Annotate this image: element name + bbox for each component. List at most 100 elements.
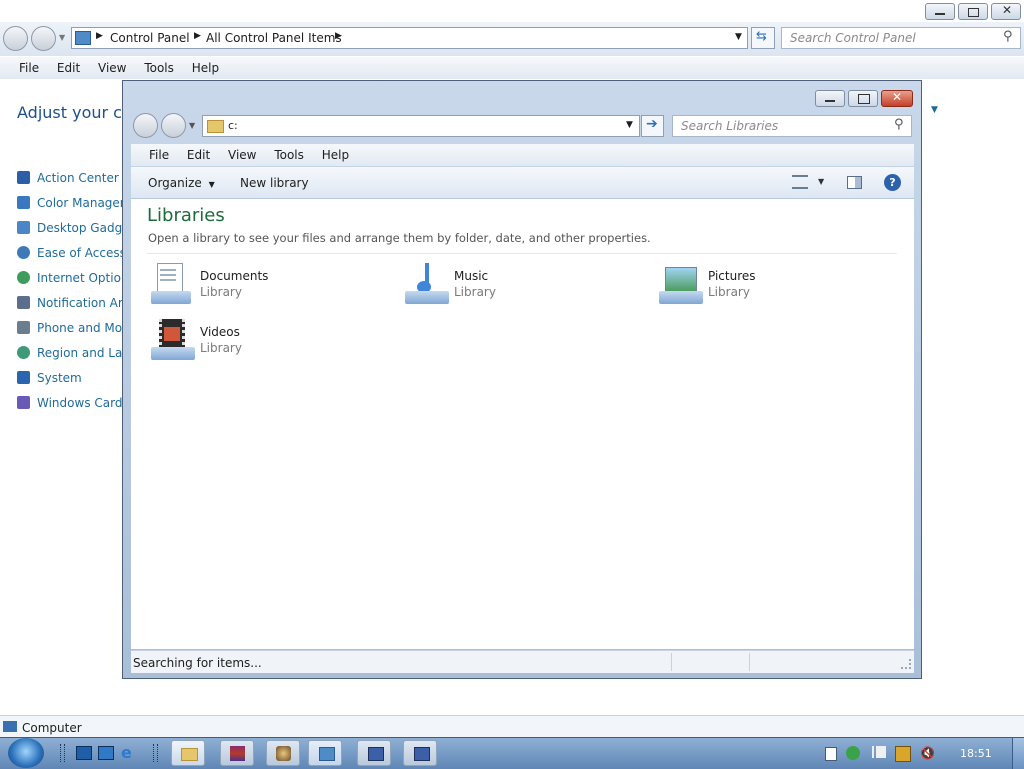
address-text: c: (228, 119, 238, 132)
menu-edit[interactable]: Edit (187, 148, 210, 162)
status-divider (671, 653, 672, 671)
status-divider (749, 653, 750, 671)
start-button[interactable] (8, 738, 44, 768)
forward-button[interactable] (31, 26, 56, 51)
menu-view[interactable]: View (228, 148, 256, 162)
gadget-icon (17, 221, 30, 234)
menu-tools[interactable]: Tools (144, 61, 174, 75)
status-bar: Searching for items... (131, 650, 914, 673)
minimize-button[interactable] (815, 90, 845, 107)
library-music[interactable]: Music Library (401, 261, 641, 309)
item-label: Notification Are (37, 296, 130, 310)
restore-button[interactable] (958, 3, 988, 20)
tray-document-icon[interactable] (825, 747, 837, 761)
menu-file[interactable]: File (149, 148, 169, 162)
address-bar[interactable]: ▶ Control Panel ▶ All Control Panel Item… (71, 27, 748, 49)
library-type: Library (454, 285, 496, 299)
taskbar-monitor-2[interactable] (403, 740, 437, 766)
new-library-button[interactable]: New library (240, 176, 309, 190)
library-pictures[interactable]: Pictures Library (655, 261, 895, 309)
taskbar-monitor-1[interactable] (357, 740, 391, 766)
address-bar[interactable]: c: ▼ (202, 115, 640, 137)
refresh-icon: ⇆ (756, 29, 767, 44)
back-button[interactable] (133, 113, 158, 138)
monitor-icon (414, 747, 430, 761)
monitor-icon (368, 747, 384, 761)
minimize-icon (825, 100, 835, 102)
library-type: Library (200, 285, 242, 299)
taskbar-explorer[interactable] (171, 740, 205, 766)
breadcrumb-control-panel[interactable]: Control Panel (110, 31, 190, 45)
ease-icon (17, 246, 30, 259)
help-icon[interactable]: ? (884, 174, 901, 191)
item-label: Color Managem (37, 196, 132, 210)
item-label: Action Center (37, 171, 119, 185)
tray-flag-icon[interactable] (872, 746, 886, 758)
system-icon (17, 371, 30, 384)
back-button[interactable] (3, 26, 28, 51)
tray-security-icon[interactable] (846, 746, 860, 760)
show-desktop-icon[interactable] (76, 746, 92, 760)
page-subtitle: Open a library to see your files and arr… (148, 231, 651, 245)
search-placeholder: Search Libraries (681, 119, 779, 133)
menu-view[interactable]: View (98, 61, 126, 75)
tray-volume-icon[interactable]: 🔇 (920, 746, 935, 760)
close-button[interactable]: ✕ (991, 3, 1021, 20)
resize-grip-icon[interactable] (901, 659, 911, 669)
library-name: Documents (200, 269, 269, 283)
page-title: Libraries (147, 205, 225, 226)
organize-label: Organize (148, 176, 202, 190)
close-icon: ✕ (1002, 3, 1013, 17)
internet-explorer-icon[interactable]: e (121, 743, 132, 762)
maximize-icon (858, 94, 870, 104)
nav-dropdown-icon[interactable]: ▼ (59, 33, 65, 42)
search-control-panel[interactable]: Search Control Panel ⚲ (781, 27, 1021, 49)
taskbar-archive[interactable] (220, 740, 254, 766)
library-videos[interactable]: Videos Library (147, 317, 387, 365)
archive-icon (230, 746, 245, 761)
close-button[interactable]: ✕ (881, 90, 913, 107)
taskbar-paint[interactable] (266, 740, 300, 766)
show-desktop-button[interactable] (1012, 738, 1024, 769)
address-dropdown-icon[interactable]: ▼ (735, 32, 742, 42)
menu-help[interactable]: Help (192, 61, 219, 75)
menu-edit[interactable]: Edit (57, 61, 80, 75)
quicklaunch-divider (60, 744, 65, 762)
menu-file[interactable]: File (19, 61, 39, 75)
go-button[interactable]: ➔ (641, 115, 664, 137)
library-type: Library (200, 341, 242, 355)
command-bar: Organize ▼ New library ▼ ? (131, 167, 914, 199)
globe-icon (17, 271, 30, 284)
organize-button[interactable]: Organize ▼ (148, 176, 215, 190)
search-libraries[interactable]: Search Libraries ⚲ (672, 115, 912, 137)
menu-help[interactable]: Help (322, 148, 349, 162)
notify-icon (17, 296, 30, 309)
change-view-icon[interactable] (792, 175, 808, 189)
computer-label: Computer (22, 721, 82, 735)
refresh-button[interactable]: ⇆ (751, 27, 775, 49)
documents-icon (151, 263, 191, 307)
address-dropdown-icon[interactable]: ▼ (626, 120, 633, 130)
taskbar-control-panel[interactable] (308, 740, 342, 766)
search-icon[interactable]: ⚲ (1003, 29, 1013, 44)
view-by-dropdown-icon[interactable]: ▼ (931, 105, 938, 115)
view-dropdown-icon[interactable]: ▼ (818, 177, 824, 186)
search-icon[interactable]: ⚲ (894, 117, 904, 132)
preview-pane-icon[interactable] (847, 176, 862, 189)
clock[interactable]: 18:51 (960, 747, 992, 760)
paint-icon (276, 746, 291, 761)
item-label: Desktop Gadget (37, 221, 135, 235)
breadcrumb-all-items[interactable]: All Control Panel Items (206, 31, 342, 45)
videos-icon (151, 319, 195, 363)
tray-network-icon[interactable] (895, 746, 911, 762)
nav-dropdown-icon[interactable]: ▼ (189, 121, 195, 130)
maximize-button[interactable] (848, 90, 878, 107)
minimize-button[interactable] (925, 3, 955, 20)
forward-button[interactable] (161, 113, 186, 138)
library-documents[interactable]: Documents Library (147, 261, 387, 309)
library-name: Videos (200, 325, 240, 339)
divider (147, 253, 897, 254)
menu-tools[interactable]: Tools (274, 148, 304, 162)
phone-icon (17, 321, 30, 334)
switch-windows-icon[interactable] (98, 746, 114, 760)
